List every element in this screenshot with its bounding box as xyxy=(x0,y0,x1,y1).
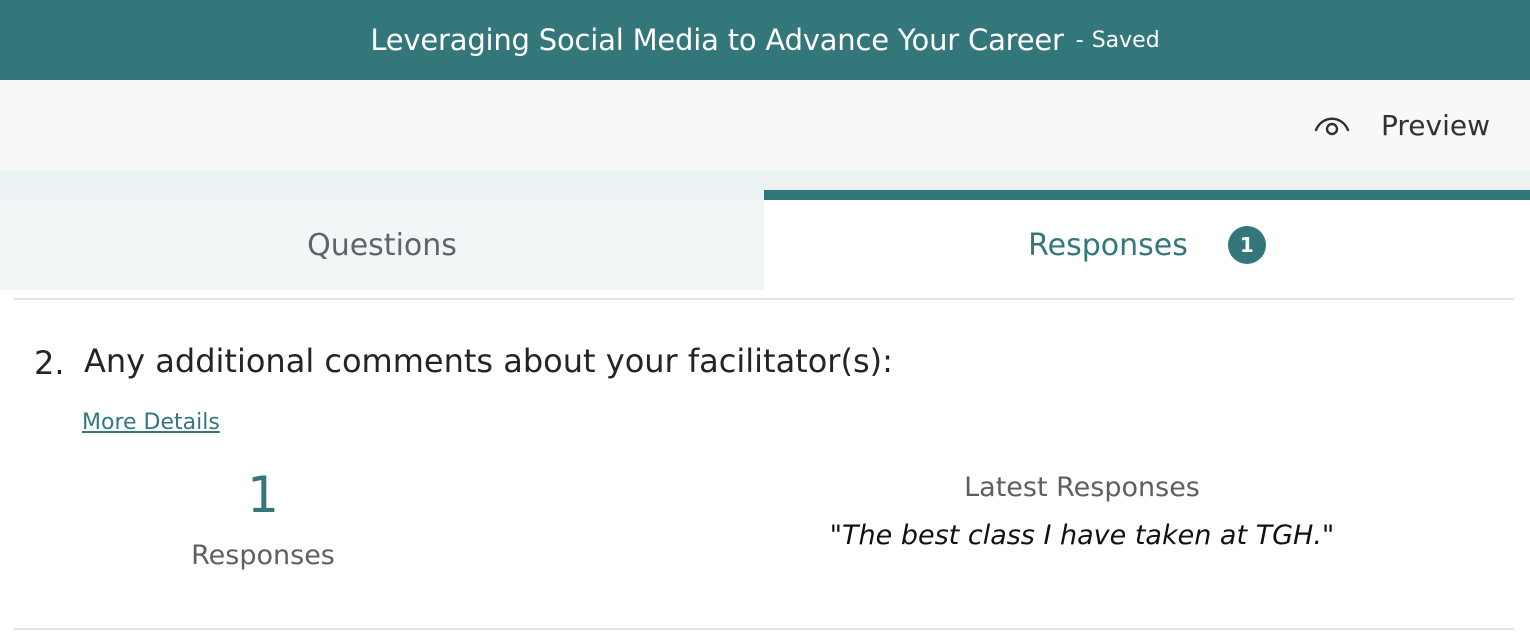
latest-response-item: "The best class I have taken at TGH." xyxy=(829,520,1335,551)
response-count-value: 1 xyxy=(247,466,279,524)
form-title[interactable]: Leveraging Social Media to Advance Your … xyxy=(370,23,1064,57)
tab-responses[interactable]: Responses 1 xyxy=(764,190,1530,290)
more-details-link[interactable]: More Details xyxy=(82,410,220,435)
question-text: Any additional comments about your facil… xyxy=(84,342,893,380)
response-count-label: Responses xyxy=(191,540,335,571)
responses-count-badge: 1 xyxy=(1227,226,1266,264)
command-bar: Preview xyxy=(0,80,1530,170)
eye-icon xyxy=(1314,117,1350,136)
latest-responses-title: Latest Responses xyxy=(964,472,1200,503)
section-divider xyxy=(14,628,1514,630)
preview-button[interactable]: Preview xyxy=(1313,102,1490,148)
tab-questions-label: Questions xyxy=(307,227,457,263)
section-divider xyxy=(14,298,1514,300)
question-number: 2. xyxy=(34,344,65,382)
tab-responses-label: Responses xyxy=(1028,227,1188,263)
tab-questions[interactable]: Questions xyxy=(0,200,764,290)
title-separator: - xyxy=(1075,27,1084,53)
preview-label: Preview xyxy=(1381,108,1490,142)
save-status: Saved xyxy=(1091,27,1160,53)
form-title-bar: Leveraging Social Media to Advance Your … xyxy=(0,0,1530,80)
